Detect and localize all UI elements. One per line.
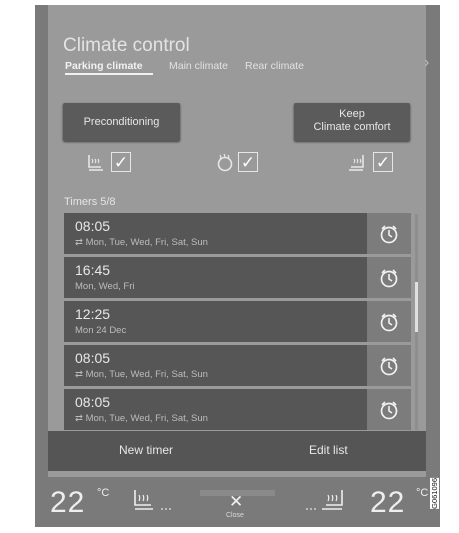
keep-comfort-label: Keep Climate comfort (313, 108, 391, 133)
new-timer-button[interactable]: New timer (119, 443, 173, 457)
seat-heating-icon[interactable] (131, 487, 177, 515)
repeat-icon: ⇄ (75, 369, 86, 380)
edit-list-button[interactable]: Edit list (309, 443, 348, 457)
image-code: G061096 (430, 478, 439, 509)
timer-row[interactable]: 08:05 ⇄ Mon, Tue, Wed, Fri, Sat, Sun (64, 345, 367, 386)
timer-time: 08:05 (75, 350, 111, 366)
timer-days: ⇄ Mon, Tue, Wed, Fri, Sat, Sun (75, 369, 208, 380)
seat-heating-icon (349, 155, 364, 171)
tab-rear-climate[interactable]: Rear climate (245, 60, 304, 72)
seat-heating-icon (88, 155, 103, 171)
timer-row[interactable]: 08:05 ⇄ Mon, Tue, Wed, Fri, Sat, Sun (64, 389, 367, 430)
timer-days: ⇄ Mon, Tue, Wed, Fri, Sat, Sun (75, 413, 208, 424)
close-icon[interactable]: ✕ (229, 492, 243, 512)
timer-clock-icon (380, 401, 398, 420)
preconditioning-button[interactable]: Preconditioning (63, 103, 180, 141)
timer-days: ⇄ Mon, Tue, Wed, Fri, Sat, Sun (75, 237, 208, 248)
timers-count-label: Timers 5/8 (64, 196, 116, 208)
right-temperature-unit: °C (416, 487, 429, 499)
timer-days-text: Mon, Tue, Wed, Fri, Sat, Sun (85, 237, 208, 248)
timer-activate-button[interactable] (367, 301, 411, 342)
keep-climate-comfort-button[interactable]: Keep Climate comfort (294, 103, 410, 141)
timer-days-text: Mon, Tue, Wed, Fri, Sat, Sun (85, 413, 208, 424)
timer-activate-button[interactable] (367, 389, 411, 430)
tab-main-climate[interactable]: Main climate (169, 60, 228, 72)
bottom-action-bar (48, 431, 426, 471)
timer-row[interactable]: 16:45 Mon, Wed, Fri (64, 257, 367, 298)
steering-wheel-heater-checkbox[interactable]: ✓ (238, 152, 258, 172)
timer-time: 08:05 (75, 218, 111, 234)
timer-activate-button[interactable] (367, 257, 411, 298)
seat-heating-icon[interactable] (300, 487, 346, 515)
left-temperature-unit: °C (97, 487, 110, 499)
close-label: Close (226, 512, 244, 519)
timer-clock-icon (380, 313, 398, 332)
left-temperature[interactable]: 22 (50, 486, 85, 520)
timer-clock-icon (380, 269, 398, 288)
right-temperature[interactable]: 22 (370, 486, 405, 520)
timer-activate-button[interactable] (367, 345, 411, 386)
seat-heater-right-checkbox[interactable]: ✓ (373, 152, 393, 172)
timer-time: 12:25 (75, 306, 111, 322)
timer-time: 16:45 (75, 262, 111, 278)
page-title: Climate control (63, 35, 190, 56)
repeat-icon: ⇄ (75, 413, 86, 424)
timer-clock-icon (380, 357, 398, 376)
timer-clock-icon (380, 225, 398, 244)
tab-parking-climate[interactable]: Parking climate (65, 60, 143, 72)
timer-row[interactable]: 12:25 Mon 24 Dec (64, 301, 367, 342)
active-tab-indicator (65, 73, 153, 75)
seat-heater-left-checkbox[interactable]: ✓ (111, 152, 131, 172)
repeat-icon: ⇄ (75, 237, 86, 248)
timer-activate-button[interactable] (367, 213, 411, 254)
timer-days-text: Mon, Tue, Wed, Fri, Sat, Sun (85, 369, 208, 380)
scrollbar-thumb[interactable] (415, 282, 418, 332)
timer-days: Mon, Wed, Fri (75, 281, 135, 292)
steering-wheel-heating-icon (217, 153, 233, 172)
timer-row[interactable]: 08:05 ⇄ Mon, Tue, Wed, Fri, Sat, Sun (64, 213, 367, 254)
timer-time: 08:05 (75, 394, 111, 410)
timer-days: Mon 24 Dec (75, 325, 127, 336)
chevron-right-icon[interactable]: › (424, 54, 429, 72)
